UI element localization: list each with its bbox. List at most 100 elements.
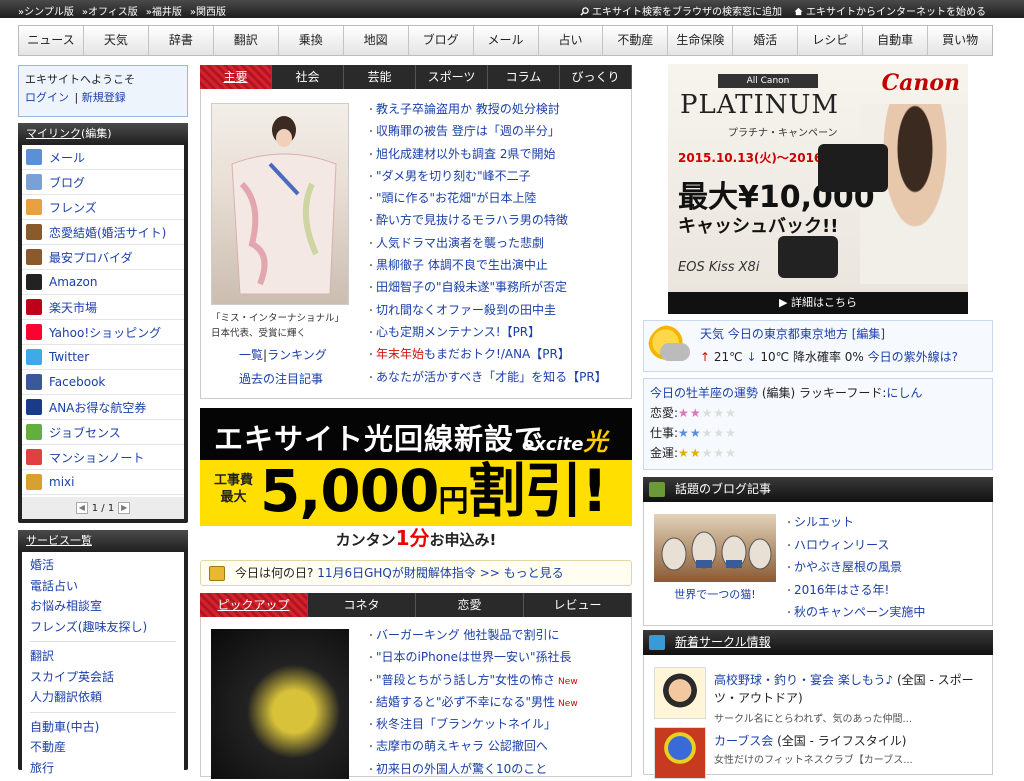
uv-link[interactable]: 今日の紫外線は? — [868, 350, 958, 364]
mylink-item[interactable]: Twitter — [22, 345, 184, 370]
mylink-item[interactable]: フレンズ — [22, 195, 184, 220]
weather-area-link[interactable]: 今日の東京都東京地方 — [728, 327, 848, 341]
mylink-item[interactable]: Yahoo!ショッピング — [22, 320, 184, 345]
weather-edit-link[interactable]: [編集] — [852, 327, 885, 341]
nav-recipe[interactable]: レシピ — [798, 26, 864, 55]
news-headline[interactable]: 黒柳徹子 体調不良で生出演中止 — [366, 255, 607, 277]
hikari-banner-ad[interactable]: エキサイト光回線新設で excite光 工事費 最大 5,000円割引! カンタン… — [200, 408, 632, 550]
start-page-link[interactable]: エキサイトからインターネットを始める — [794, 3, 986, 18]
mylink-item[interactable]: メール — [22, 145, 184, 170]
weather-link[interactable]: 天気 — [700, 327, 724, 341]
service-link[interactable]: 人力翻訳依頼 — [30, 687, 176, 708]
circle-avatar[interactable] — [654, 727, 706, 779]
blog-photo-caption[interactable]: 世界で一つの猫! — [674, 588, 755, 601]
login-link[interactable]: ログイン — [25, 91, 69, 104]
tab-column[interactable]: コラム — [488, 65, 560, 89]
mylink-item[interactable]: mixi — [22, 470, 184, 495]
news-headline[interactable]: "ダメ男を切り刻む"峰不二子 — [366, 166, 607, 188]
pickup-headline[interactable]: "普段とちがう話し方"女性の怖さNew — [366, 670, 578, 692]
nav-konkatsu[interactable]: 婚活 — [733, 26, 799, 55]
kansai-edition-link[interactable]: »関西版 — [190, 3, 226, 18]
nav-mail[interactable]: メール — [474, 26, 539, 55]
pager-prev-button[interactable]: ◀ — [75, 502, 88, 514]
news-headline[interactable]: 収賄罪の被告 登庁は「週の半分」 — [366, 121, 607, 143]
nav-transit[interactable]: 乗換 — [279, 26, 344, 55]
simple-edition-link[interactable]: »シンプル版 — [18, 3, 74, 18]
news-photo[interactable] — [211, 103, 349, 305]
canon-ad[interactable]: All Canon Canon PLATINUM プラチナ・キャンペーン 201… — [668, 64, 968, 314]
news-headline[interactable]: あなたが活かすべき「才能」を知る【PR】 — [366, 367, 607, 389]
tab-surprise[interactable]: びっくり — [560, 65, 632, 89]
past-articles-link[interactable]: 過去の注目記事 — [239, 372, 323, 386]
blog-article[interactable]: ハロウィンリース — [784, 535, 925, 558]
pickup-headline[interactable]: 初来日の外国人が驚く10のこと — [366, 759, 578, 781]
ad-details-button[interactable]: ▶ 詳細はこちら — [668, 292, 968, 314]
news-headline[interactable]: 年末年始もまだおトク!/ANA【PR】 — [366, 344, 607, 366]
nav-map[interactable]: 地図 — [344, 26, 409, 55]
nav-realestate[interactable]: 不動産 — [603, 26, 669, 55]
office-edition-link[interactable]: »オフィス版 — [82, 3, 138, 18]
tab-review[interactable]: レビュー — [524, 593, 632, 617]
circle-title-link[interactable]: カーブス会 — [714, 734, 773, 748]
tennis-photo[interactable] — [211, 629, 349, 779]
mylink-item[interactable]: 楽天市場 — [22, 295, 184, 320]
today-link[interactable]: 11月6日GHQが財閥解体指令 >> もっと見る — [317, 566, 563, 580]
news-headline[interactable]: 切れ間なくオファー殺到の田中圭 — [366, 300, 607, 322]
nav-fortune[interactable]: 占い — [539, 26, 604, 55]
nav-dictionary[interactable]: 辞書 — [149, 26, 214, 55]
mylink-edit-link[interactable]: (編集) — [81, 127, 112, 140]
nav-blog[interactable]: ブログ — [409, 26, 474, 55]
circle-header-title[interactable]: 新着サークル情報 — [675, 635, 771, 649]
pickup-headline[interactable]: 秋冬注目「ブランケットネイル」 — [366, 714, 578, 736]
news-headline[interactable]: 人気ドラマ出演者を襲った悲劇 — [366, 233, 607, 255]
nav-weather[interactable]: 天気 — [84, 26, 149, 55]
nav-car[interactable]: 自動車 — [863, 26, 929, 55]
add-search-link[interactable]: エキサイト検索をブラウザの検索窓に追加 — [580, 3, 782, 18]
service-link[interactable]: フレンズ(趣味友探し) — [30, 617, 176, 638]
service-link[interactable]: 婚活 — [30, 555, 176, 576]
news-ranking-link[interactable]: ランキング — [267, 348, 327, 362]
mylink-item[interactable]: 最安プロバイダ — [22, 245, 184, 270]
nav-translate[interactable]: 翻訳 — [214, 26, 279, 55]
cat-figures-image[interactable] — [654, 514, 776, 582]
pickup-headline[interactable]: 結婚すると"必ず不幸になる"男性New — [366, 692, 578, 714]
news-headline[interactable]: "頭に作る"お花畑"が日本上陸 — [366, 188, 607, 210]
fukui-edition-link[interactable]: »福井版 — [146, 3, 182, 18]
service-link[interactable]: 自動車(中古) — [30, 717, 176, 738]
news-headline[interactable]: 田畑智子の"自殺未遂"事務所が否定 — [366, 277, 607, 299]
service-link[interactable]: 電話占い — [30, 576, 176, 597]
signup-link[interactable]: 新規登録 — [82, 91, 126, 104]
service-link[interactable]: 不動産 — [30, 737, 176, 758]
tab-entertainment[interactable]: 芸能 — [344, 65, 416, 89]
news-headline[interactable]: 旭化成建材以外も調査 2県で開始 — [366, 144, 607, 166]
news-headline[interactable]: 教え子卒論盗用か 教授の処分検討 — [366, 99, 607, 121]
mylink-item[interactable]: 恋愛結婚(婚活サイト) — [22, 220, 184, 245]
mylink-title[interactable]: マイリンク — [26, 127, 81, 140]
blog-article[interactable]: 2016年はさる年! — [784, 580, 925, 603]
blog-article[interactable]: シルエット — [784, 512, 925, 535]
pager-next-button[interactable]: ▶ — [118, 502, 131, 514]
tab-main[interactable]: 主要 — [200, 65, 272, 89]
blog-article[interactable]: 秋のキャンペーン実施中 — [784, 602, 925, 625]
pickup-headline[interactable]: 志摩市の萌えキャラ 公認撤回へ — [366, 736, 578, 758]
service-link[interactable]: 翻訳 — [30, 646, 176, 667]
mylink-item[interactable]: ANAお得な航空券 — [22, 395, 184, 420]
mylink-item[interactable]: ブログ — [22, 170, 184, 195]
tab-society[interactable]: 社会 — [272, 65, 344, 89]
circle-title-link[interactable]: 高校野球・釣り・宴会 楽しもう♪ — [714, 673, 893, 687]
mylink-item[interactable]: ジョブセンス — [22, 420, 184, 445]
tab-love[interactable]: 恋愛 — [416, 593, 524, 617]
blog-article[interactable]: かやぶき屋根の風景 — [784, 557, 925, 580]
tab-koneta[interactable]: コネタ — [308, 593, 416, 617]
service-link[interactable]: スカイプ英会話 — [30, 667, 176, 688]
nav-insurance[interactable]: 生命保険 — [668, 26, 734, 55]
news-headline[interactable]: 酔い方で見抜けるモラハラ男の特徴 — [366, 210, 607, 232]
nav-shopping[interactable]: 買い物 — [928, 26, 992, 55]
fortune-edit-link[interactable]: (編集) — [762, 386, 795, 400]
tab-pickup[interactable]: ピックアップ — [200, 593, 308, 617]
lucky-food-link[interactable]: にしん — [886, 386, 922, 400]
mylink-item[interactable]: Amazon — [22, 270, 184, 295]
mylink-item[interactable]: Facebook — [22, 370, 184, 395]
news-list-link[interactable]: 一覧 — [239, 348, 263, 362]
services-title[interactable]: サービス一覧 — [26, 534, 92, 547]
